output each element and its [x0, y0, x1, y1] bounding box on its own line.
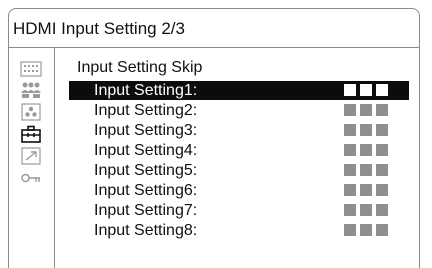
- row-label: Input Setting7:: [94, 202, 198, 219]
- row-label: Input Setting8:: [94, 222, 198, 239]
- row-label: Input Setting4:: [94, 142, 198, 159]
- picture-settings-icon[interactable]: [20, 60, 42, 78]
- title-divider: [9, 47, 419, 48]
- input-setting-7-row[interactable]: Input Setting7:: [69, 201, 409, 220]
- hdmi-input-setting-menu: HDMI Input Setting 2/3 Input Setting Ski…: [8, 8, 420, 268]
- export-icon[interactable]: [20, 147, 42, 165]
- row-label: Input Setting3:: [94, 122, 198, 139]
- skip-indicator: [344, 84, 388, 96]
- menu-title: HDMI Input Setting 2/3: [13, 19, 185, 38]
- input-setting-skip-heading: Input Setting Skip: [77, 59, 203, 76]
- skip-indicator: [344, 164, 388, 176]
- row-label: Input Setting1:: [94, 82, 198, 99]
- skip-indicator: [344, 204, 388, 216]
- row-label: Input Setting6:: [94, 182, 198, 199]
- input-setting-5-row[interactable]: Input Setting5:: [69, 161, 409, 180]
- people-icon[interactable]: [20, 81, 42, 99]
- input-setting-1-row[interactable]: Input Setting1:: [69, 81, 409, 100]
- input-setting-3-row[interactable]: Input Setting3:: [69, 121, 409, 140]
- input-setting-2-row[interactable]: Input Setting2:: [69, 101, 409, 120]
- sidebar-divider: [54, 47, 55, 268]
- key-icon[interactable]: [20, 169, 42, 187]
- skip-indicator: [344, 224, 388, 236]
- skip-indicator: [344, 184, 388, 196]
- input-setting-4-row[interactable]: Input Setting4:: [69, 141, 409, 160]
- skip-indicator: [344, 124, 388, 136]
- input-setting-6-row[interactable]: Input Setting6:: [69, 181, 409, 200]
- row-label: Input Setting5:: [94, 162, 198, 179]
- skip-indicator: [344, 144, 388, 156]
- input-setting-8-row[interactable]: Input Setting8:: [69, 221, 409, 240]
- row-label: Input Setting2:: [94, 102, 198, 119]
- audio-icon[interactable]: [20, 103, 42, 121]
- toolbox-icon[interactable]: [20, 125, 42, 143]
- skip-indicator: [344, 104, 388, 116]
